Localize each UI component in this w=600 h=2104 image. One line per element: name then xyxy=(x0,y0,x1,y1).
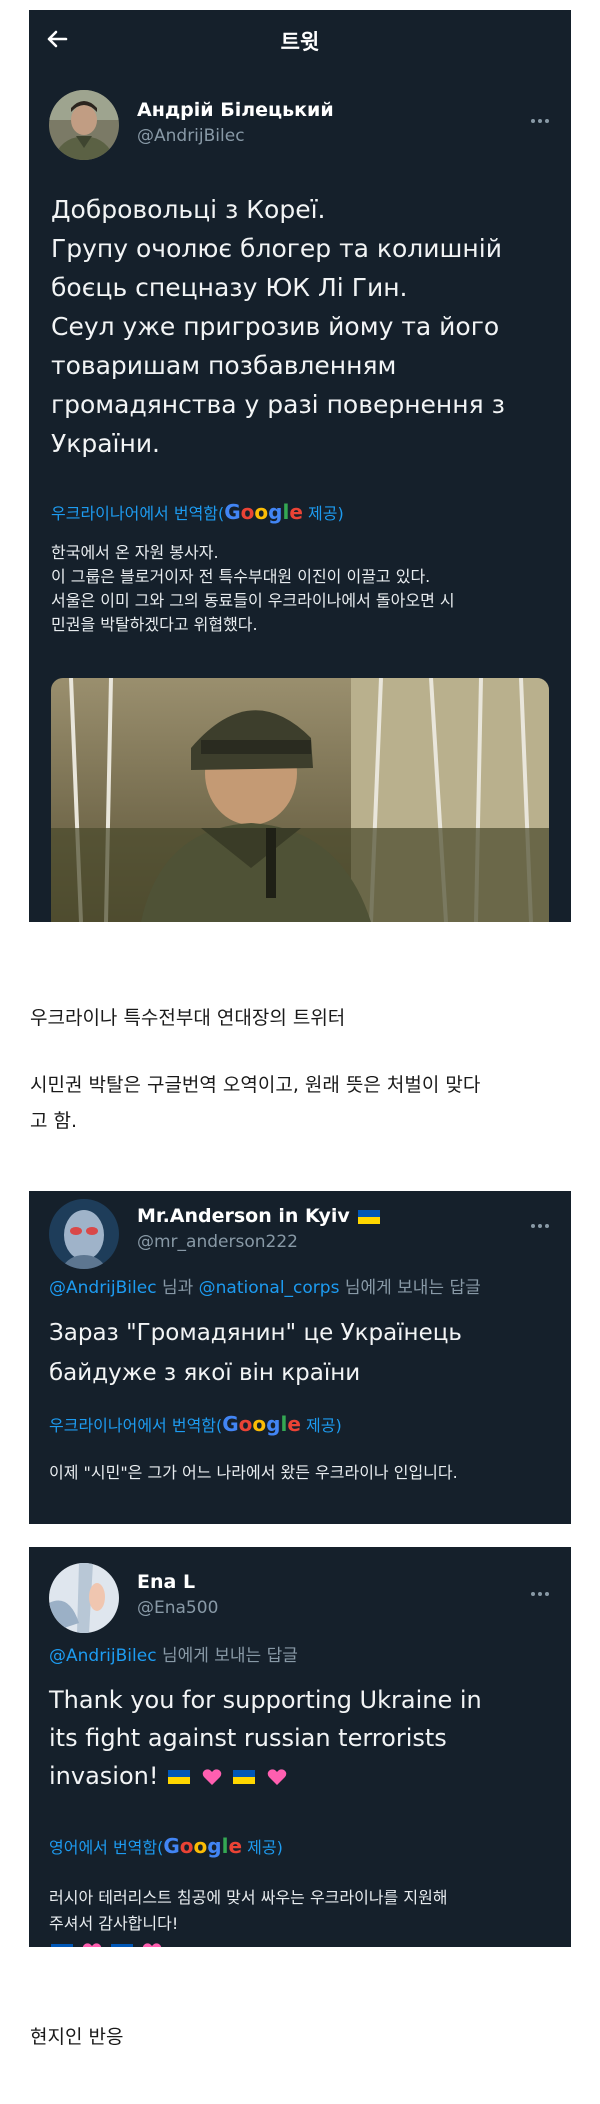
tweet-line: its fight against russian terrorists xyxy=(49,1724,447,1752)
reply-connector: 님과 xyxy=(156,1278,199,1298)
tweet-line-text: invasion! xyxy=(49,1762,159,1790)
translation-attribution[interactable]: 우크라이나어에서 번역함(Google 제공) xyxy=(49,1412,342,1436)
translation-source-label: 우크라이나어에서 번역함( xyxy=(49,1416,223,1435)
tweet-text: Добровольці з Кореї. Групу очолює блогер… xyxy=(51,190,505,463)
mention-link[interactable]: @AndrijBilec xyxy=(49,1278,157,1298)
tweet-line: боєць спецназу ЮК Лі Гин. xyxy=(51,273,408,302)
more-options-icon[interactable] xyxy=(531,1213,555,1228)
two-hearts-icon xyxy=(202,1769,222,1785)
author-name[interactable]: Mr.Anderson in Kyiv xyxy=(137,1205,382,1227)
reply-to-line: @AndrijBilec 님과 @national_corps 님에게 보내는 … xyxy=(49,1273,481,1298)
author-handle[interactable]: @Ena500 xyxy=(137,1598,218,1618)
page-title: 트윗 xyxy=(280,30,320,54)
translation-attribution[interactable]: 우크라이나어에서 번역함(Google 제공) xyxy=(51,500,344,524)
translation-source-label: 영어에서 번역함( xyxy=(49,1838,164,1857)
translation-provider-suffix: 제공) xyxy=(300,1416,342,1435)
author-name[interactable]: Андрій Білецький xyxy=(137,99,334,121)
tweet-line: Зараз "Громадянин" це Українець xyxy=(49,1320,462,1346)
more-options-icon[interactable] xyxy=(531,1581,555,1596)
mention-link[interactable]: @AndrijBilec xyxy=(49,1646,157,1666)
translated-text: 러시아 테러리스트 침공에 맞서 싸우는 우크라이나를 지원해 주셔서 감사합니… xyxy=(49,1885,448,1947)
translation-provider-suffix: 제공) xyxy=(302,504,344,523)
two-hearts-icon xyxy=(82,1942,102,1947)
tweet-line: байдуже з якої він країни xyxy=(49,1360,361,1386)
caption-twitter-source: 우크라이나 특수전부대 연대장의 트위터 xyxy=(30,1000,345,1036)
caption-line: 현지인 반응 xyxy=(30,2026,124,2048)
translation-provider-suffix: 제공) xyxy=(242,1838,283,1857)
tweet-text: Thank you for supporting Ukraine in its … xyxy=(49,1681,482,1795)
ukraine-flag-icon xyxy=(111,1943,134,1947)
tweet-photo[interactable] xyxy=(51,678,549,922)
reply-card-anderson: Mr.Anderson in Kyiv @mr_anderson222 @And… xyxy=(29,1191,571,1524)
ukraine-flag-icon xyxy=(51,1943,73,1947)
author-handle[interactable]: @mr_anderson222 xyxy=(137,1232,298,1252)
reply-card-ena: Ena L @Ena500 @AndrijBilec 님에게 보내는 답글 Th… xyxy=(29,1547,571,1947)
avatar[interactable] xyxy=(49,1563,119,1633)
tweet-line: Групу очолює блогер та колишній xyxy=(51,234,502,263)
translated-line: 주셔서 감사합니다! xyxy=(49,1911,448,1947)
ukraine-flag-icon xyxy=(233,1770,256,1784)
caption-line: 고 함. xyxy=(30,1110,78,1132)
avatar[interactable] xyxy=(49,90,119,160)
translated-line: 서울은 이미 그와 그의 동료들이 우크라이나에서 돌아오면 시 xyxy=(51,591,455,610)
translated-line: 이제 "시민"은 그가 어느 나라에서 왔든 우크라이나 인입니다. xyxy=(49,1463,458,1482)
translation-attribution[interactable]: 영어에서 번역함(Google 제공) xyxy=(49,1834,283,1858)
author-name-text: Mr.Anderson in Kyiv xyxy=(137,1205,350,1227)
translated-line: 한국에서 온 자원 봉사자. xyxy=(51,543,219,562)
translated-line: 러시아 테러리스트 침공에 맞서 싸우는 우크라이나를 지원해 xyxy=(49,1888,448,1907)
reply-to-label: 님에게 보내는 답글 xyxy=(156,1646,298,1666)
translated-text: 이제 "시민"은 그가 어느 나라에서 왔든 우크라이나 인입니다. xyxy=(49,1461,458,1485)
translated-line-text: 주셔서 감사합니다! xyxy=(49,1914,179,1933)
tweet-line: України. xyxy=(51,429,161,458)
tweet-text: Зараз "Громадянин" це Українець байдуже … xyxy=(49,1313,462,1393)
tweet-header-bar: 트윗 xyxy=(29,10,571,68)
reply-to-label: 님에게 보내는 답글 xyxy=(339,1278,481,1298)
author-name[interactable]: Ena L xyxy=(137,1571,195,1593)
tweet-line: громадянства у разі повернення з xyxy=(51,390,505,419)
google-logo: Google xyxy=(224,500,303,524)
tweet-card-main: 트윗 Андрій Білецький @AndrijBilec Доброво… xyxy=(29,10,571,922)
two-hearts-icon xyxy=(267,1769,287,1785)
translated-line: 민권을 박탈하겠다고 위협했다. xyxy=(51,615,258,634)
tweet-line: Добровольці з Кореї. xyxy=(51,195,326,224)
caption-line: 시민권 박탈은 구글번역 오역이고, 원래 뜻은 처벌이 맞다 xyxy=(30,1074,481,1096)
avatar[interactable] xyxy=(49,1199,119,1269)
translated-line: 이 그룹은 블로거이자 전 특수부대원 이진이 이끌고 있다. xyxy=(51,567,431,586)
ukraine-flag-icon xyxy=(358,1209,381,1224)
google-logo: Google xyxy=(222,1412,301,1436)
mention-link[interactable]: @national_corps xyxy=(199,1278,340,1298)
translation-source-label: 우크라이나어에서 번역함( xyxy=(51,504,225,523)
reply-to-line: @AndrijBilec 님에게 보내는 답글 xyxy=(49,1641,298,1666)
caption-local-reaction: 현지인 반응 xyxy=(30,2019,123,2055)
two-hearts-icon xyxy=(143,1942,162,1947)
caption-translation-note: 시민권 박탈은 구글번역 오역이고, 원래 뜻은 처벌이 맞다 고 함. xyxy=(30,1067,480,1139)
tweet-line: invasion! xyxy=(49,1757,482,1795)
tweet-line: Сеул уже пригрозив йому та його xyxy=(51,312,500,341)
google-logo: Google xyxy=(163,1834,243,1858)
author-handle[interactable]: @AndrijBilec xyxy=(137,126,245,146)
translated-text: 한국에서 온 자원 봉사자. 이 그룹은 블로거이자 전 특수부대원 이진이 이… xyxy=(51,541,455,637)
tweet-line: товаришам позбавленням xyxy=(51,351,397,380)
ukraine-flag-icon xyxy=(168,1770,191,1784)
more-options-icon[interactable] xyxy=(531,108,555,123)
tweet-line: Thank you for supporting Ukraine in xyxy=(49,1686,482,1714)
caption-line: 우크라이나 특수전부대 연대장의 트위터 xyxy=(30,1007,346,1029)
